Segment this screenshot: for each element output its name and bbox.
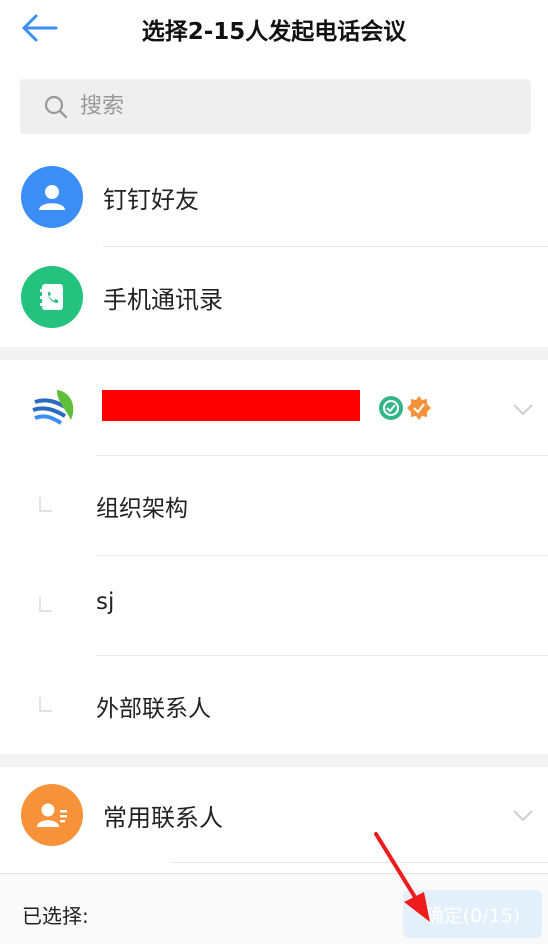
list-item-label: 组织架构 <box>96 496 188 522</box>
list-item-dingtalk-friends[interactable]: 钉钉好友 <box>0 166 548 228</box>
divider <box>96 555 548 556</box>
list-item-sj[interactable]: sj <box>0 575 548 635</box>
person-icon <box>21 166 83 228</box>
divider <box>96 455 548 456</box>
search-icon <box>44 95 68 118</box>
tree-branch-icon <box>39 597 52 612</box>
leaf-logo-icon <box>21 378 83 440</box>
section-gap <box>0 347 548 360</box>
list-item-external-contacts[interactable]: 外部联系人 <box>0 675 548 735</box>
divider <box>103 246 548 247</box>
list-item-frequent-contacts[interactable]: 常用联系人 <box>0 784 548 846</box>
section-gap <box>0 754 548 767</box>
search-bar[interactable] <box>20 79 531 134</box>
list-item-label: 常用联系人 <box>103 803 223 832</box>
header: 选择2-15人发起电话会议 <box>0 0 548 58</box>
divider <box>96 655 548 656</box>
confirm-button[interactable]: 确定(0/15) <box>403 890 542 938</box>
list-item-org-structure[interactable]: 组织架构 <box>0 475 548 535</box>
list-item-label: 手机通讯录 <box>103 285 223 314</box>
list-item-label: 钉钉好友 <box>103 185 199 214</box>
chevron-down-icon <box>513 404 533 416</box>
tree-branch-icon <box>39 697 52 712</box>
page-title: 选择2-15人发起电话会议 <box>141 19 407 45</box>
selected-label: 已选择: <box>22 904 89 928</box>
redacted-org-name <box>102 390 360 421</box>
list-item-label: sj <box>96 589 115 615</box>
certified-star-icon <box>407 396 431 420</box>
contact-card-icon <box>21 784 83 846</box>
list-item-phone-contacts[interactable]: 手机通讯录 <box>0 266 548 328</box>
selection-footer: 已选择: 确定(0/15) <box>0 873 548 944</box>
list-item-label: 外部联系人 <box>96 696 211 722</box>
verified-shield-icon <box>379 396 403 420</box>
chevron-down-icon <box>513 810 533 822</box>
tree-branch-icon <box>39 497 52 512</box>
search-input[interactable] <box>78 93 482 120</box>
divider <box>172 862 548 863</box>
phone-book-icon <box>21 266 83 328</box>
